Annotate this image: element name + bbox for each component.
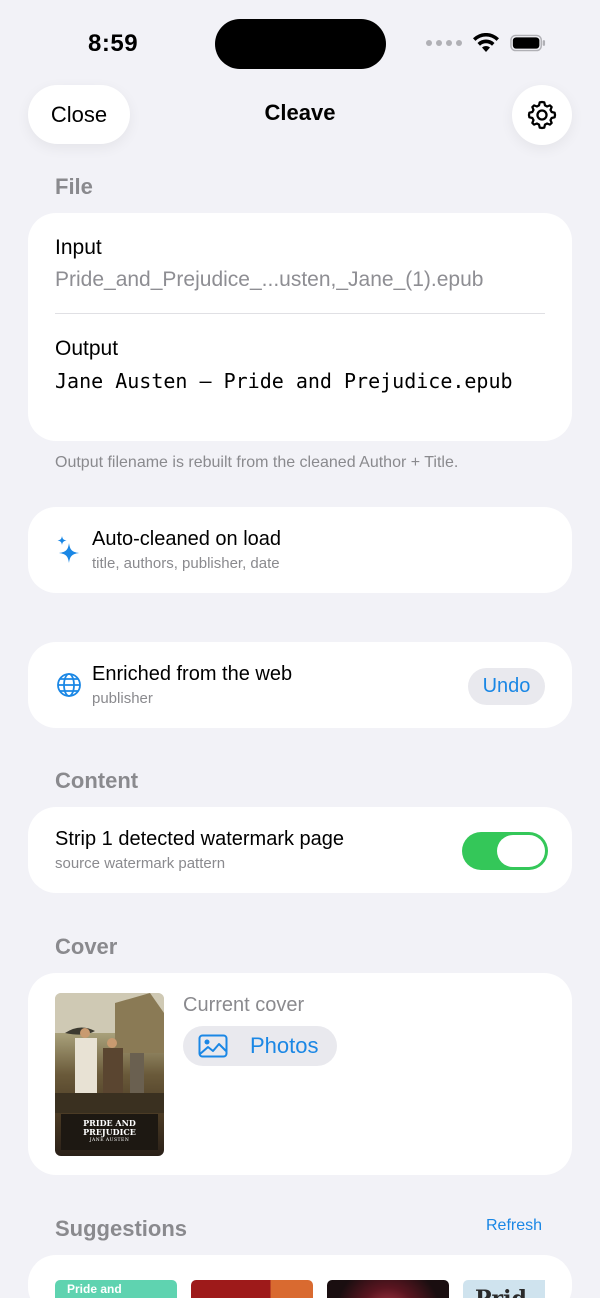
cover-card: PRIDE AND PREJUDICE JANE AUSTEN Current …: [28, 973, 572, 1175]
cover-section-header: Cover: [55, 934, 118, 959]
file-card: Input Pride_and_Prejudice_...usten,_Jane…: [28, 213, 572, 441]
auto-cleaned-card: Auto-cleaned on load title, authors, pub…: [28, 507, 572, 593]
suggestions-section-header: Suggestions: [55, 1216, 188, 1241]
wifi-icon: [473, 33, 499, 52]
suggestion-cover-4[interactable]: Prid: [463, 1280, 545, 1298]
enriched-title: Enriched from the web: [92, 663, 293, 685]
auto-cleaned-title: Auto-cleaned on load: [92, 528, 282, 550]
strip-watermark-title: Strip 1 detected watermark page: [55, 828, 345, 850]
enriched-card: Enriched from the web publisher Undo: [28, 642, 572, 728]
toggle-knob: [497, 835, 545, 867]
cover-title-plate: PRIDE AND PREJUDICE JANE AUSTEN: [61, 1114, 158, 1150]
battery-icon: [510, 34, 546, 52]
file-section-header: File: [55, 174, 93, 199]
auto-cleaned-subtitle: title, authors, publisher, date: [92, 555, 280, 572]
content-section-header: Content: [55, 768, 139, 793]
strip-watermark-toggle[interactable]: [462, 832, 548, 870]
content-card: Strip 1 detected watermark page source w…: [28, 807, 572, 893]
suggestion-cover-3[interactable]: [327, 1280, 449, 1298]
status-indicators: [426, 33, 546, 53]
suggestion-cover-1[interactable]: Pride and: [55, 1280, 177, 1298]
photos-button[interactable]: Photos: [183, 1026, 337, 1066]
current-cover-label: Current cover: [183, 994, 305, 1016]
cover-thumb-title: PRIDE AND PREJUDICE: [83, 1118, 136, 1137]
cellular-signal-icon: [426, 40, 462, 46]
suggestion-cover-2[interactable]: [191, 1280, 313, 1298]
input-label: Input: [55, 236, 102, 259]
output-label: Output: [55, 337, 119, 360]
output-filename[interactable]: Jane Austen – Pride and Prejudice.epub: [55, 367, 535, 396]
refresh-link[interactable]: Refresh: [486, 1217, 542, 1235]
undo-button[interactable]: Undo: [468, 668, 545, 705]
gear-icon: [527, 100, 557, 130]
cover-thumb-author: JANE AUSTEN: [89, 1138, 130, 1143]
suggestion-cover-1-text: Pride and: [67, 1282, 122, 1296]
status-time: 8:59: [88, 30, 139, 57]
cover-thumbnail[interactable]: PRIDE AND PREJUDICE JANE AUSTEN: [55, 993, 164, 1156]
input-filename[interactable]: Pride_and_Prejudice_...usten,_Jane_(1).e…: [55, 268, 483, 292]
enriched-subtitle: publisher: [92, 690, 153, 707]
photo-icon: [198, 1034, 228, 1058]
cover-artwork: [55, 993, 164, 1113]
settings-button[interactable]: [512, 85, 572, 145]
globe-icon: [57, 673, 81, 697]
dynamic-island: [215, 19, 386, 69]
strip-watermark-subtitle: source watermark pattern: [55, 855, 226, 872]
suggestion-cover-4-text: Prid: [475, 1286, 527, 1298]
photos-label: Photos: [250, 1033, 319, 1058]
sparkles-icon: [57, 536, 79, 563]
page-title: Cleave: [264, 100, 336, 125]
suggestions-card: Pride and Prid: [28, 1255, 572, 1298]
output-footnote: Output filename is rebuilt from the clea…: [55, 454, 459, 471]
divider: [55, 313, 545, 314]
